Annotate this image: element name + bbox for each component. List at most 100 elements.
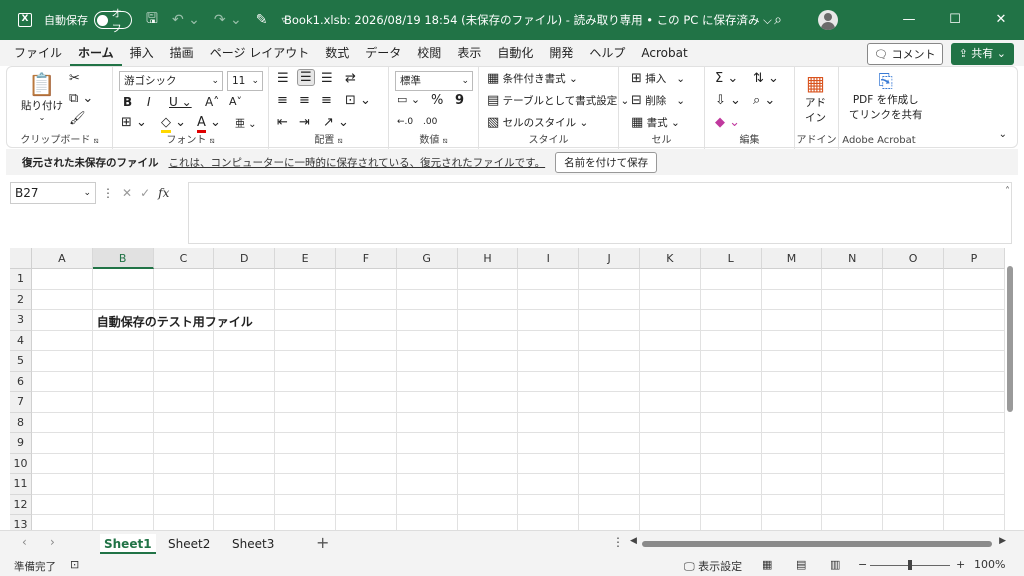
borders-icon[interactable]: ⊞ ⌄ — [121, 115, 147, 130]
find-select-icon[interactable]: ⌕ ⌄ — [753, 93, 775, 108]
cancel-icon[interactable]: ✕ — [122, 186, 132, 200]
name-box[interactable]: B27 ⌄ — [10, 182, 96, 204]
tab-options-icon[interactable]: ⋮ — [612, 535, 624, 549]
align-left-icon[interactable]: ≡ — [277, 93, 288, 108]
increase-indent-icon[interactable]: ⇥ — [299, 115, 310, 130]
next-sheet-icon[interactable]: › — [50, 535, 55, 549]
row-header-1[interactable]: 1 — [10, 269, 32, 290]
column-header-j[interactable]: J — [579, 248, 640, 269]
vertical-scrollbar[interactable] — [1004, 262, 1016, 530]
tab-page-layout[interactable]: ページ レイアウト — [202, 40, 318, 66]
column-header-k[interactable]: K — [640, 248, 701, 269]
decrease-font-icon[interactable]: A˅ — [229, 95, 242, 108]
formula-input[interactable] — [188, 182, 1012, 244]
horizontal-scroll-thumb[interactable] — [642, 541, 992, 547]
decrease-decimal-icon[interactable]: .00 — [423, 117, 437, 127]
vertical-scroll-thumb[interactable] — [1007, 266, 1013, 412]
add-sheet-icon[interactable]: + — [316, 533, 329, 552]
collapse-formula-icon[interactable]: ˄ — [1005, 186, 1010, 197]
window-title[interactable]: Book1.xlsb: 2026/08/19 18:54 (未保存のファイル) … — [284, 0, 772, 40]
row-header-11[interactable]: 11 — [10, 474, 32, 495]
align-top-icon[interactable]: ☰ — [277, 71, 289, 86]
tab-review[interactable]: 校閲 — [409, 40, 449, 66]
cell-styles-button[interactable]: ▧ セルのスタイル ⌄ — [487, 115, 588, 130]
redo-icon[interactable]: ↷ ⌄ — [214, 12, 242, 28]
page-break-view-icon[interactable]: ▥ — [830, 558, 840, 571]
row-header-4[interactable]: 4 — [10, 330, 32, 351]
row-header-8[interactable]: 8 — [10, 412, 32, 433]
font-name-select[interactable]: 游ゴシック ⌄ — [119, 71, 223, 91]
select-all-button[interactable] — [10, 248, 32, 269]
cell-b3[interactable]: 自動保存のテスト用ファイル — [97, 313, 253, 330]
sheet-tab-3[interactable]: Sheet3 — [232, 534, 274, 554]
page-layout-view-icon[interactable]: ▤ — [796, 558, 806, 571]
column-header-g[interactable]: G — [396, 248, 458, 269]
wrap-text-icon[interactable]: ⇄ — [345, 71, 356, 86]
column-header-c[interactable]: C — [153, 248, 215, 269]
increase-decimal-icon[interactable]: ←.0 — [397, 117, 413, 127]
italic-icon[interactable]: I — [147, 95, 151, 109]
column-header-o[interactable]: O — [883, 248, 944, 269]
row-header-9[interactable]: 9 — [10, 433, 32, 454]
tab-help[interactable]: ヘルプ — [581, 40, 633, 66]
zoom-in-icon[interactable]: + — [956, 558, 965, 571]
column-header-n[interactable]: N — [822, 248, 884, 269]
accessibility-icon[interactable]: ⊡ — [70, 558, 79, 571]
clear-icon[interactable]: ◆ ⌄ — [715, 115, 740, 130]
tab-home[interactable]: ホーム — [70, 40, 122, 66]
align-bottom-icon[interactable]: ☰ — [321, 71, 333, 86]
underline-icon[interactable]: U ⌄ — [169, 95, 192, 109]
fill-icon[interactable]: ⇩ ⌄ — [715, 93, 741, 108]
scroll-right-icon[interactable]: ▶ — [999, 536, 1006, 546]
format-cells-button[interactable]: ▦ 書式 ⌄ — [631, 115, 680, 130]
orientation-icon[interactable]: ↗ ⌄ — [323, 115, 349, 130]
zoom-level[interactable]: 100% — [974, 558, 1005, 571]
column-header-h[interactable]: H — [457, 248, 519, 269]
display-settings-button[interactable]: 🖵 表示設定 — [684, 558, 742, 574]
enter-icon[interactable]: ✓ — [140, 186, 150, 200]
tab-automate[interactable]: 自動化 — [489, 40, 541, 66]
zoom-out-icon[interactable]: − — [858, 558, 867, 571]
row-header-2[interactable]: 2 — [10, 289, 32, 310]
autosave-toggle[interactable]: オフ — [94, 9, 132, 35]
addins-button[interactable]: ▦ アド イン — [805, 71, 826, 125]
row-header-3[interactable]: 3 — [10, 310, 32, 331]
search-icon[interactable]: ⌕ — [774, 12, 782, 28]
tab-acrobat[interactable]: Acrobat — [633, 40, 695, 66]
column-header-a[interactable]: A — [32, 248, 93, 269]
increase-font-icon[interactable]: A˄ — [205, 95, 219, 109]
row-header-10[interactable]: 10 — [10, 453, 32, 474]
row-header-5[interactable]: 5 — [10, 351, 32, 372]
font-color-icon[interactable]: A ⌄ — [197, 115, 221, 133]
share-button[interactable]: ⇪ 共有 ⌄ — [950, 43, 1014, 65]
sort-filter-icon[interactable]: ⇅ ⌄ — [753, 71, 779, 86]
paste-button[interactable]: 📋 貼り付け ⌄ — [21, 73, 63, 122]
minimize-button[interactable]: — — [886, 0, 932, 40]
horizontal-scrollbar[interactable]: ◀ ▶ — [630, 536, 1006, 549]
zoom-slider-handle[interactable] — [908, 560, 912, 570]
column-header-p[interactable]: P — [944, 248, 1005, 269]
save-icon[interactable]: 🖫 — [146, 8, 158, 32]
column-header-d[interactable]: D — [214, 248, 276, 269]
copy-icon[interactable]: ⧉ ⌄ — [69, 91, 93, 106]
row-header-13[interactable]: 13 — [10, 515, 32, 530]
close-button[interactable]: ✕ — [978, 0, 1024, 40]
create-pdf-button[interactable]: ⎘ PDF を作成し てリンクを共有 — [849, 71, 923, 122]
insert-function-button[interactable]: fx — [158, 186, 169, 200]
align-middle-icon[interactable]: ☰ — [297, 69, 315, 86]
number-format-select[interactable]: 標準 ⌄ — [395, 71, 473, 91]
format-as-table-button[interactable]: ▤ テーブルとして書式設定 ⌄ — [487, 93, 629, 108]
column-header-l[interactable]: L — [700, 248, 762, 269]
comment-button[interactable]: 🗨 コメント — [867, 43, 943, 65]
undo-icon[interactable]: ↶ ⌄ — [172, 12, 200, 28]
recovered-file-message[interactable]: これは、コンピューターに一時的に保存されている、復元されたファイルです。 — [169, 155, 546, 170]
merge-center-icon[interactable]: ⊡ ⌄ — [345, 93, 371, 108]
column-header-i[interactable]: I — [518, 248, 580, 269]
row-header-7[interactable]: 7 — [10, 392, 32, 413]
sheet-tab-2[interactable]: Sheet2 — [168, 534, 210, 554]
column-header-m[interactable]: M — [761, 248, 823, 269]
align-center-icon[interactable]: ≡ — [299, 93, 310, 108]
tab-developer[interactable]: 開発 — [541, 40, 581, 66]
format-painter-brush-icon[interactable]: 🖌 — [69, 111, 86, 126]
cut-icon[interactable]: ✂ — [69, 71, 80, 86]
